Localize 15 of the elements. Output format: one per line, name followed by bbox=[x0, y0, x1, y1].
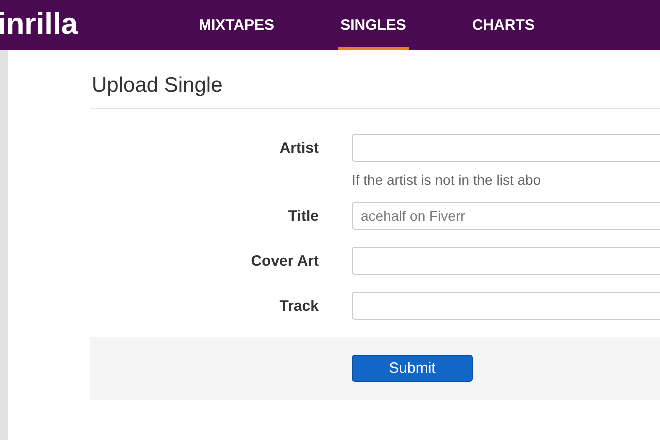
logo[interactable]: inrilla bbox=[0, 0, 196, 50]
input-field[interactable] bbox=[352, 292, 660, 320]
nav-tab[interactable]: SINGLES bbox=[338, 0, 410, 50]
nav-tab[interactable]: MIXTAPES bbox=[196, 0, 278, 50]
input-field[interactable]: acehalf on Fiverr bbox=[352, 202, 660, 230]
field-label: Track bbox=[278, 298, 319, 314]
help-text: If the artist is not in the list abo bbox=[352, 172, 542, 188]
field-label: Cover Art bbox=[250, 252, 319, 270]
submit-button[interactable]: Submit bbox=[352, 355, 473, 382]
field-label: Artist bbox=[278, 140, 319, 156]
input-field[interactable] bbox=[352, 134, 660, 162]
input-field[interactable] bbox=[352, 247, 660, 275]
page-title: Upload Single bbox=[90, 72, 660, 109]
field-label: Title bbox=[287, 208, 319, 224]
nav-tab[interactable]: CHARTS bbox=[469, 0, 538, 50]
